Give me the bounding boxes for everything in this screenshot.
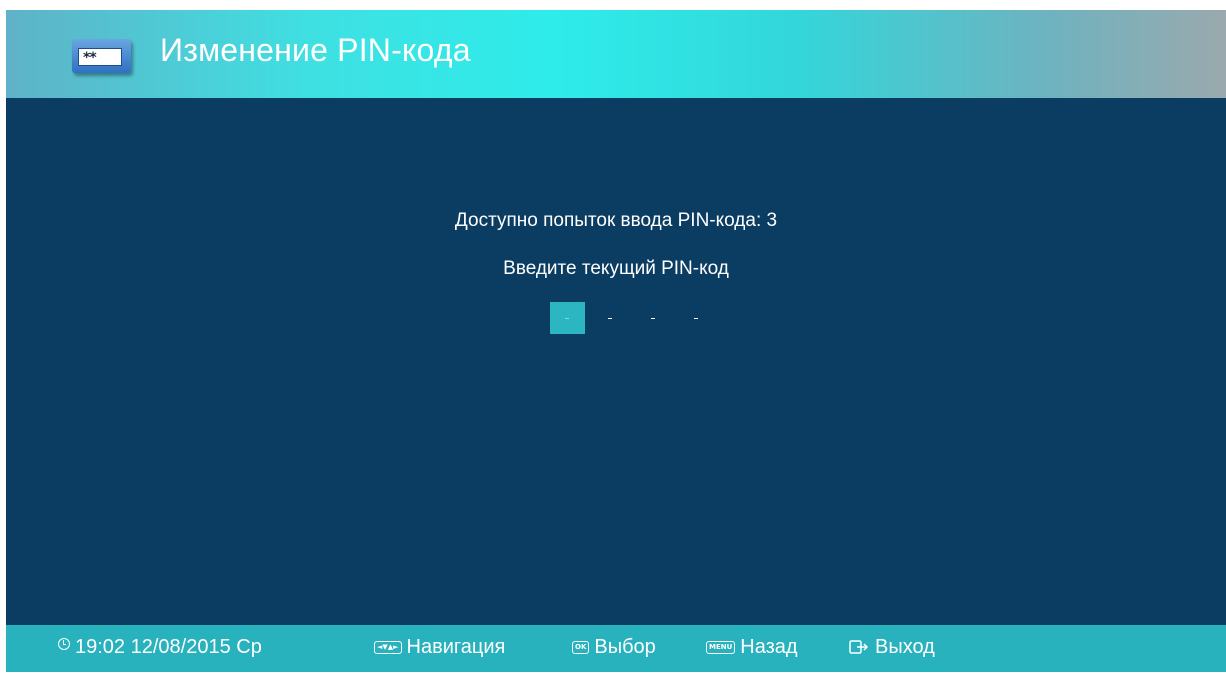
- pin-digit-1[interactable]: [550, 302, 585, 334]
- page-title: Изменение PIN-кода: [160, 32, 471, 68]
- pin-digit-4[interactable]: [679, 302, 714, 334]
- pin-digit-3[interactable]: [636, 302, 671, 334]
- header-bar: ** Изменение PIN-кода: [6, 10, 1226, 98]
- back-label: Назад: [740, 635, 798, 658]
- select-label: Выбор: [594, 635, 656, 658]
- navigation-hint: ◄▼▲► Навигация: [374, 634, 505, 660]
- ok-key-icon: OK: [572, 640, 590, 654]
- pin-field-icon-text: **: [78, 48, 122, 66]
- pin-input[interactable]: [550, 302, 750, 342]
- exit-label: Выход: [875, 635, 935, 658]
- exit-hint: Выход: [849, 634, 935, 660]
- footer-bar: 19:02 12/08/2015 Ср ◄▼▲► Навигация OK Вы…: [6, 625, 1226, 672]
- arrows-key-icon: ◄▼▲►: [374, 640, 402, 654]
- pin-field-icon: **: [72, 39, 131, 73]
- clock-icon: [58, 638, 70, 650]
- attempts-remaining-text: Доступно попыток ввода PIN-кода: 3: [454, 210, 778, 231]
- clock-status: 19:02 12/08/2015 Ср: [58, 634, 262, 660]
- pin-change-screen: ** Изменение PIN-кода Доступно попыток в…: [6, 10, 1226, 672]
- select-hint: OK Выбор: [572, 634, 656, 660]
- exit-icon: [849, 640, 869, 654]
- clock-text: 19:02 12/08/2015 Ср: [75, 635, 262, 658]
- navigation-label: Навигация: [406, 635, 506, 658]
- menu-key-icon: MENU: [706, 640, 736, 654]
- back-hint: MENU Назад: [706, 634, 798, 660]
- enter-pin-prompt: Введите текущий PIN-код: [503, 258, 729, 279]
- pin-digit-2[interactable]: [593, 302, 628, 334]
